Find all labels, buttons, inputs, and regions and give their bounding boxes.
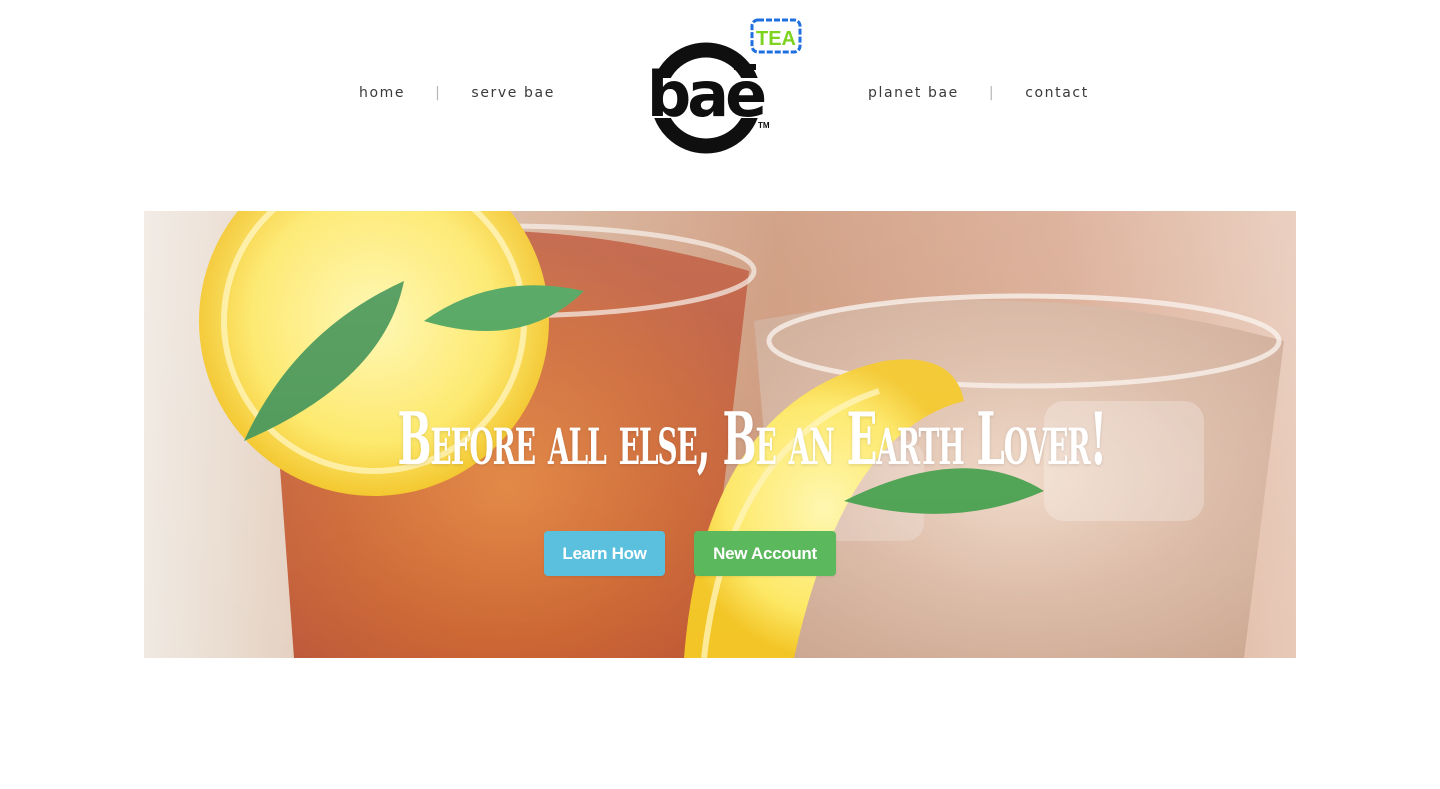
nav-left: home | serve bae — [359, 85, 555, 101]
learn-how-button[interactable]: Learn How — [544, 531, 665, 576]
hero-banner: Before all else, Be an Earth Lover! Lear… — [144, 211, 1296, 658]
logo-badge: TEA — [756, 28, 796, 50]
nav-separator: | — [435, 85, 442, 101]
hero-buttons: Learn How New Account — [544, 531, 836, 576]
nav-link-planet-bae[interactable]: planet bae — [868, 85, 959, 101]
bae-tea-logo[interactable]: TEA bae TM — [636, 16, 806, 154]
new-account-button[interactable]: New Account — [694, 531, 836, 576]
nav-link-home[interactable]: home — [359, 85, 405, 101]
nav-separator: | — [988, 85, 996, 101]
nav-link-contact[interactable]: contact — [1025, 85, 1089, 101]
nav-link-serve-bae[interactable]: serve bae — [471, 85, 555, 101]
hero-headline: Before all else, Be an Earth Lover! — [397, 396, 1107, 481]
logo-trademark: TM — [758, 121, 770, 130]
nav-right: planet bae | contact — [868, 85, 1089, 101]
site-header: home | serve bae TEA bae TM planet bae |… — [0, 0, 1440, 190]
logo-graphic: TEA bae TM — [636, 18, 802, 154]
